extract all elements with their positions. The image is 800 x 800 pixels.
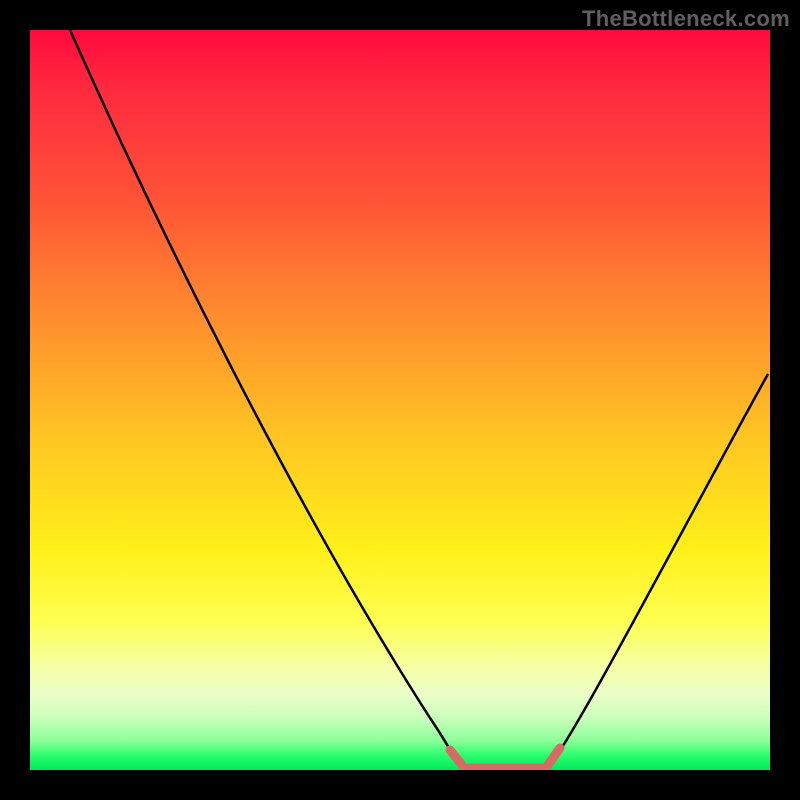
plot-area (30, 30, 770, 770)
watermark-text: TheBottleneck.com (582, 6, 790, 32)
flat-region (450, 748, 560, 768)
chart-frame: TheBottleneck.com (0, 0, 800, 800)
curve-layer (30, 30, 770, 770)
main-curve (70, 30, 768, 768)
